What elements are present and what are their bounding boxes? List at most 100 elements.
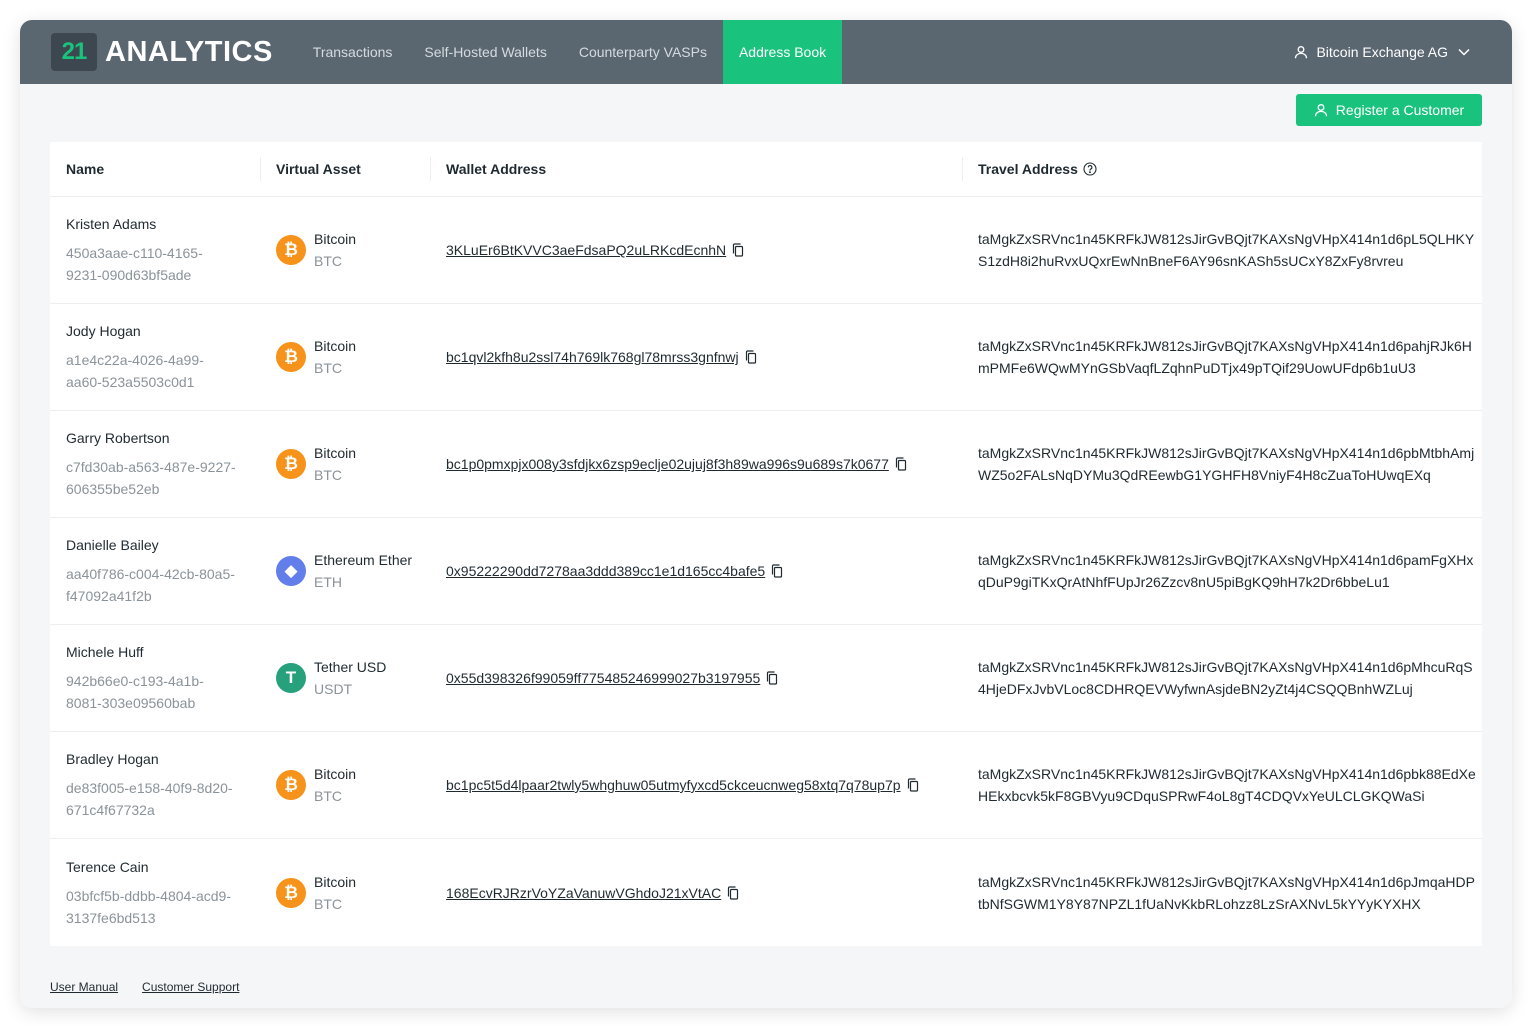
column-header-travel-address: Travel Address [962, 142, 1482, 197]
table-body: Kristen Adams 450a3aae-c110-4165-9231-09… [50, 197, 1482, 946]
virtual-asset-cell: ₿ Bitcoin BTC [260, 871, 430, 915]
virtual-asset-cell: ₿ Bitcoin BTC [260, 228, 430, 272]
travel-address-cell: taMgkZxSRVnc1n45KRFkJW812sJirGvBQjt7KAXs… [962, 228, 1482, 272]
asset-code: USDT [314, 681, 353, 697]
customer-name: Terence Cain [66, 858, 149, 875]
travel-address: taMgkZxSRVnc1n45KRFkJW812sJirGvBQjt7KAXs… [978, 659, 1473, 697]
wallet-address-link[interactable]: 168EcvRJRzrVoYZaVanuwVGhdoJ21xVtAC [446, 885, 721, 901]
asset-code: BTC [314, 467, 342, 483]
table-header: Name Virtual Asset Wallet Address Travel… [50, 142, 1482, 197]
wallet-address-cell: 0x95222290dd7278aa3ddd389cc1e1d165cc4baf… [430, 563, 962, 579]
customer-name: Bradley Hogan [66, 751, 159, 767]
bitcoin-icon: ₿ [276, 770, 306, 800]
travel-address-cell: taMgkZxSRVnc1n45KRFkJW812sJirGvBQjt7KAXs… [962, 763, 1482, 807]
customer-cell: Bradley Hogan de83f005-e158-40f9-8d20-67… [50, 749, 260, 821]
travel-address-cell: taMgkZxSRVnc1n45KRFkJW812sJirGvBQjt7KAXs… [962, 549, 1482, 593]
customer-id: a1e4c22a-4026-4a99-aa60-523a5503c0d1 [66, 352, 204, 390]
asset-code: ETH [314, 574, 342, 590]
travel-address: taMgkZxSRVnc1n45KRFkJW812sJirGvBQjt7KAXs… [978, 231, 1475, 269]
account-menu[interactable]: Bitcoin Exchange AG [1294, 44, 1470, 60]
virtual-asset-cell: T Tether USD USDT [260, 656, 430, 700]
customer-cell: Terence Cain 03bfcf5b-ddbb-4804-acd9-313… [50, 857, 260, 929]
customer-cell: Kristen Adams 450a3aae-c110-4165-9231-09… [50, 214, 260, 286]
table-row[interactable]: Kristen Adams 450a3aae-c110-4165-9231-09… [50, 197, 1482, 304]
nav-item-transactions[interactable]: Transactions [297, 20, 409, 84]
wallet-address-link[interactable]: 0x95222290dd7278aa3ddd389cc1e1d165cc4baf… [446, 563, 765, 579]
travel-address-header-label: Travel Address [978, 161, 1078, 177]
column-header-wallet-address: Wallet Address [430, 142, 962, 197]
customer-cell: Garry Robertson c7fd30ab-a563-487e-9227-… [50, 428, 260, 500]
wallet-address-link[interactable]: bc1qvl2kfh8u2ssl74h769lk768gl78mrss3gnfn… [446, 349, 739, 365]
customer-support-link[interactable]: Customer Support [142, 980, 239, 994]
copy-icon[interactable] [745, 350, 757, 364]
copy-icon[interactable] [895, 457, 907, 471]
ethereum-icon: ◆ [276, 556, 306, 586]
asset-name: Bitcoin [314, 231, 357, 247]
wallet-address-cell: bc1p0pmxpjx008y3sfdjkx6zsp9eclje02ujuj8f… [430, 456, 962, 472]
wallet-address-cell: bc1pc5t5d4lpaar2twly5whghuw05utmyfyxcd5c… [430, 777, 962, 793]
asset-code: BTC [314, 895, 342, 912]
copy-icon[interactable] [732, 243, 744, 257]
virtual-asset-cell: ◆ Ethereum Ether ETH [260, 549, 430, 593]
travel-address-cell: taMgkZxSRVnc1n45KRFkJW812sJirGvBQjt7KAXs… [962, 442, 1482, 486]
help-circle-icon[interactable] [1083, 162, 1097, 176]
table-row[interactable]: Bradley Hogan de83f005-e158-40f9-8d20-67… [50, 732, 1482, 839]
customer-id: de83f005-e158-40f9-8d20-671c4f67732a [66, 780, 233, 818]
table-row[interactable]: Jody Hogan a1e4c22a-4026-4a99-aa60-523a5… [50, 304, 1482, 411]
brand-logo[interactable]: 21 ANALYTICS [51, 33, 273, 71]
user-manual-link[interactable]: User Manual [50, 980, 118, 994]
table-row[interactable]: Garry Robertson c7fd30ab-a563-487e-9227-… [50, 411, 1482, 518]
user-icon [1295, 46, 1308, 59]
customer-name: Jody Hogan [66, 323, 141, 339]
nav-item-self-hosted-wallets[interactable]: Self-Hosted Wallets [408, 20, 562, 84]
customer-id: 03bfcf5b-ddbb-4804-acd9-3137fe6bd513 [66, 887, 232, 926]
wallet-address-cell: 0x55d398326f99059ff775485246999027b31979… [430, 670, 962, 686]
column-header-name: Name [66, 161, 105, 177]
asset-name: Bitcoin [314, 445, 357, 461]
wallet-address-cell: 168EcvRJRzrVoYZaVanuwVGhdoJ21xVtAC [430, 885, 962, 901]
copy-icon[interactable] [907, 778, 919, 792]
travel-address-cell: taMgkZxSRVnc1n45KRFkJW812sJirGvBQjt7KAXs… [962, 871, 1482, 915]
address-book-table: Name Virtual Asset Wallet Address Travel… [50, 142, 1482, 946]
customer-id: 942b66e0-c193-4a1b-8081-303e09560bab [66, 673, 204, 711]
customer-name: Kristen Adams [66, 216, 157, 232]
bitcoin-icon: ₿ [276, 449, 306, 479]
copy-icon[interactable] [727, 885, 739, 900]
user-icon [1314, 104, 1327, 117]
customer-name: Garry Robertson [66, 430, 170, 446]
copy-icon[interactable] [766, 671, 778, 685]
travel-address: taMgkZxSRVnc1n45KRFkJW812sJirGvBQjt7KAXs… [978, 338, 1472, 376]
register-customer-button[interactable]: Register a Customer [1296, 94, 1482, 126]
customer-name: Danielle Bailey [66, 537, 159, 553]
wallet-address-cell: bc1qvl2kfh8u2ssl74h769lk768gl78mrss3gnfn… [430, 349, 962, 365]
table-row[interactable]: Terence Cain 03bfcf5b-ddbb-4804-acd9-313… [50, 839, 1482, 946]
wallet-address-link[interactable]: bc1pc5t5d4lpaar2twly5whghuw05utmyfyxcd5c… [446, 777, 901, 793]
customer-id: 450a3aae-c110-4165-9231-090d63bf5ade [66, 245, 203, 283]
asset-code: BTC [314, 788, 342, 804]
bitcoin-icon: ₿ [276, 342, 306, 372]
wallet-address-link[interactable]: 3KLuEr6BtKVVC3aeFdsaPQ2uLRKcdEcnhN [446, 242, 726, 258]
footer-links: User Manual Customer Support [50, 980, 263, 994]
customer-cell: Michele Huff 942b66e0-c193-4a1b-8081-303… [50, 642, 260, 714]
bitcoin-icon: ₿ [276, 877, 306, 908]
table-row[interactable]: Michele Huff 942b66e0-c193-4a1b-8081-303… [50, 625, 1482, 732]
customer-id: c7fd30ab-a563-487e-9227-606355be52eb [66, 459, 236, 497]
wallet-address-link[interactable]: 0x55d398326f99059ff775485246999027b31979… [446, 670, 760, 686]
wallet-address-link[interactable]: bc1p0pmxpjx008y3sfdjkx6zsp9eclje02ujuj8f… [446, 456, 889, 472]
table-row[interactable]: Danielle Bailey aa40f786-c004-42cb-80a5-… [50, 518, 1482, 625]
top-navigation-bar: 21 ANALYTICS Transactions Self-Hosted Wa… [20, 20, 1512, 84]
asset-name: Bitcoin [314, 873, 357, 890]
nav-item-address-book[interactable]: Address Book [722, 20, 843, 84]
main-nav: Transactions Self-Hosted Wallets Counter… [297, 20, 843, 84]
copy-icon[interactable] [771, 564, 783, 578]
asset-name: Ethereum Ether [314, 552, 413, 568]
column-header-virtual-asset: Virtual Asset [260, 142, 430, 197]
nav-item-counterparty-vasps[interactable]: Counterparty VASPs [563, 20, 723, 84]
travel-address-cell: taMgkZxSRVnc1n45KRFkJW812sJirGvBQjt7KAXs… [962, 656, 1482, 700]
account-name: Bitcoin Exchange AG [1316, 44, 1448, 60]
virtual-asset-cell: ₿ Bitcoin BTC [260, 335, 430, 379]
travel-address: taMgkZxSRVnc1n45KRFkJW812sJirGvBQjt7KAXs… [978, 445, 1475, 483]
logo-text: ANALYTICS [105, 35, 273, 68]
wallet-address-cell: 3KLuEr6BtKVVC3aeFdsaPQ2uLRKcdEcnhN [430, 242, 962, 258]
travel-address-cell: taMgkZxSRVnc1n45KRFkJW812sJirGvBQjt7KAXs… [962, 335, 1482, 379]
